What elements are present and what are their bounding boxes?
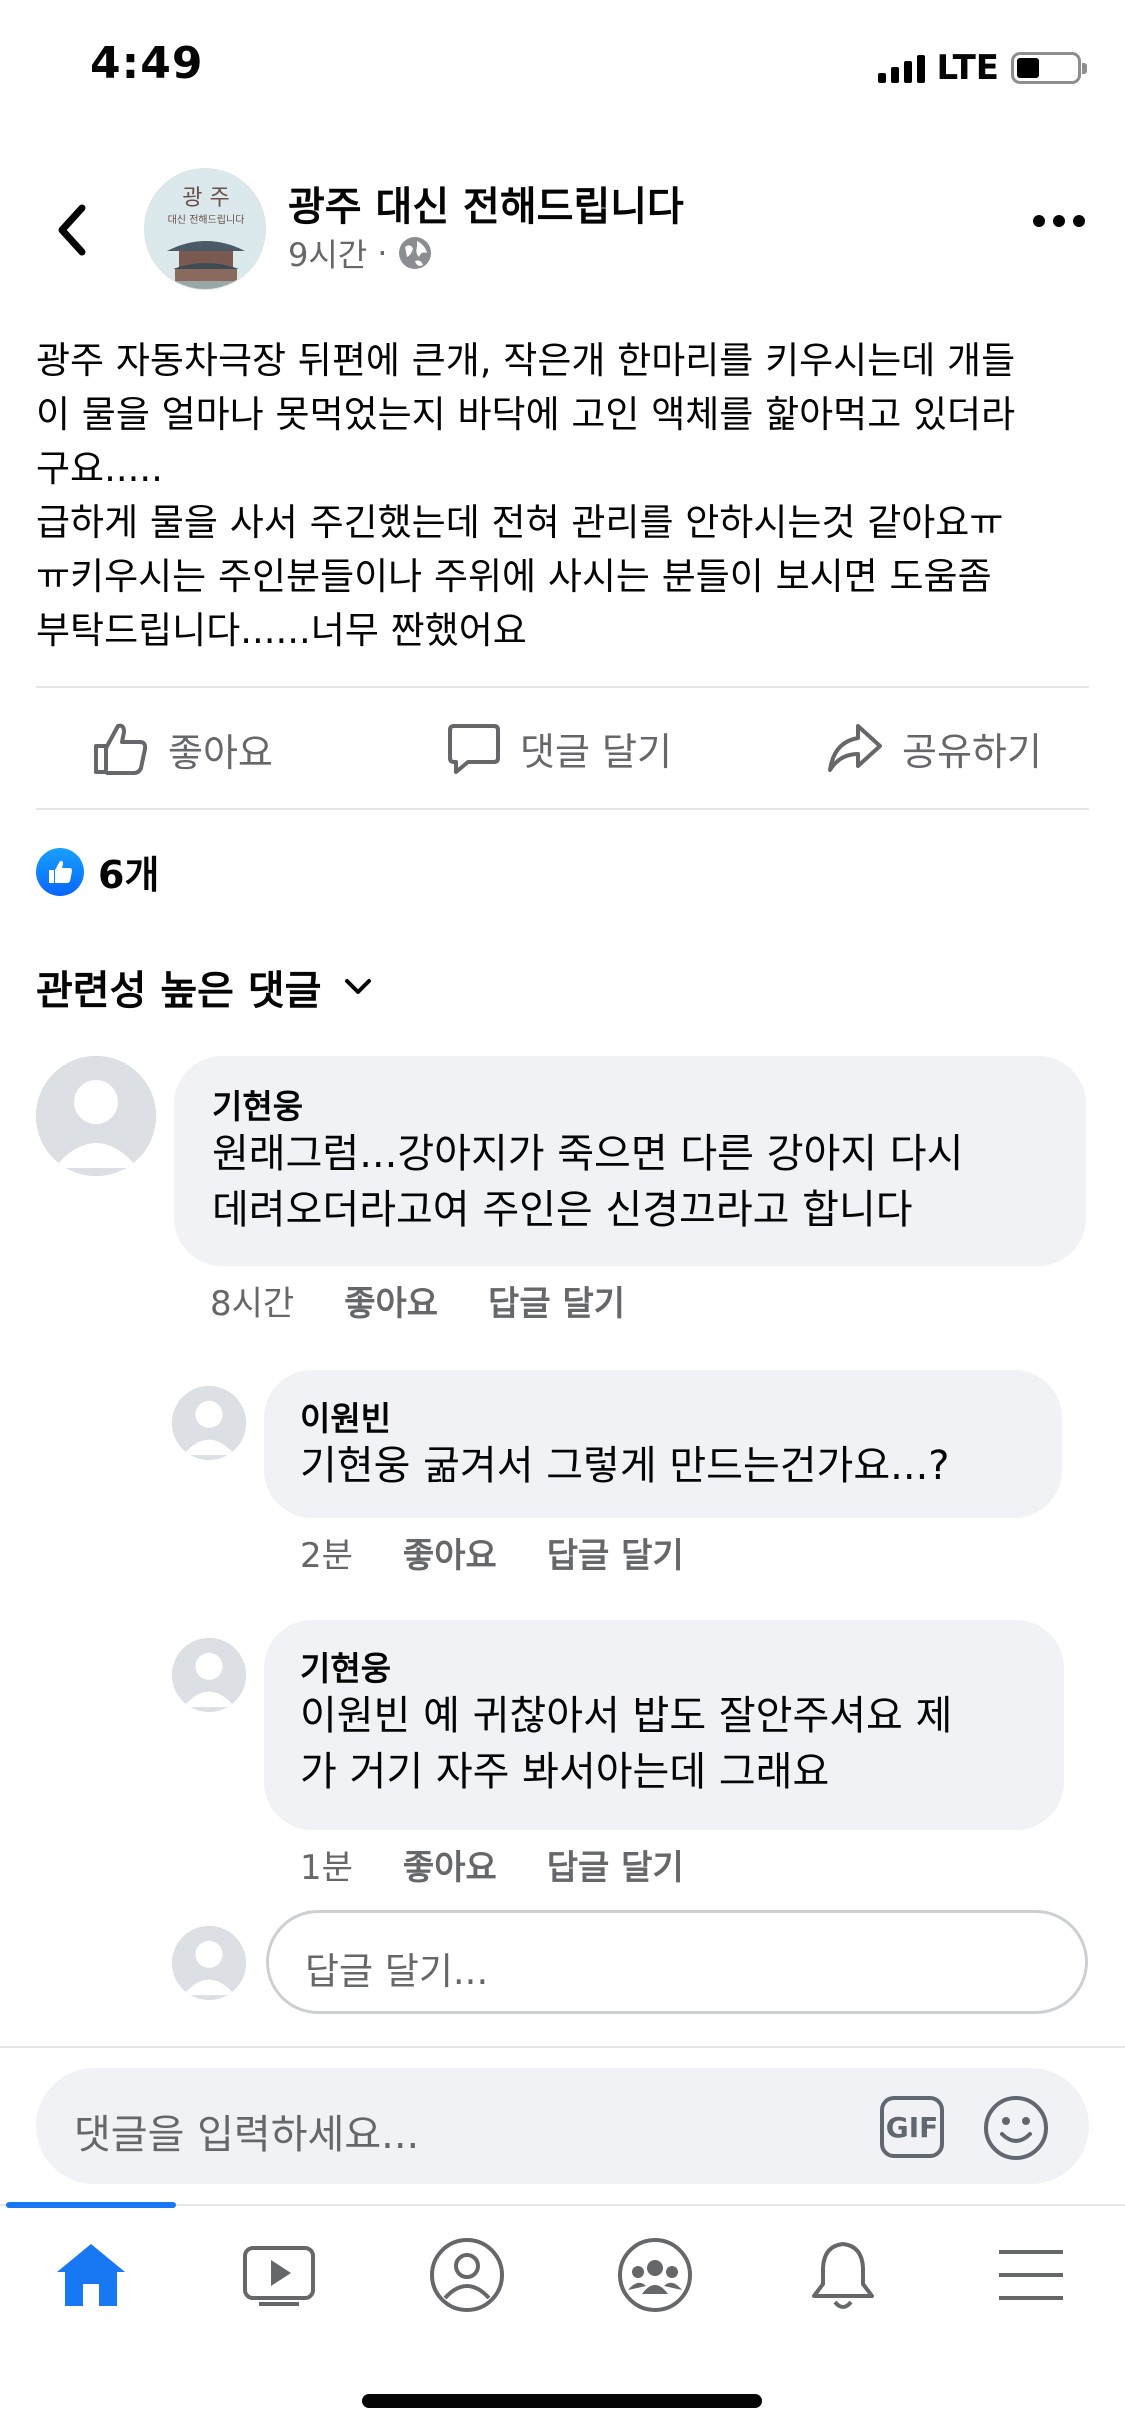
tab-notifications[interactable] bbox=[798, 2230, 888, 2320]
comment-sort-label: 관련성 높은 댓글 bbox=[36, 968, 322, 1014]
comment-time[interactable]: 8시간 bbox=[210, 1276, 294, 1325]
profile-icon bbox=[430, 2238, 504, 2312]
comment-bubble-icon bbox=[448, 724, 500, 774]
like-reaction-icon bbox=[36, 847, 84, 896]
page-avatar[interactable]: 광 주 대신 전해드립니다 bbox=[144, 168, 266, 290]
more-dot-icon bbox=[1033, 215, 1045, 227]
battery-icon bbox=[1011, 52, 1087, 84]
comment-input[interactable]: 댓글을 입력하세요... GIF bbox=[36, 2068, 1089, 2184]
page-name[interactable]: 광주 대신 전해드립니다 bbox=[288, 174, 684, 232]
back-button[interactable] bbox=[42, 190, 102, 270]
home-icon bbox=[57, 2244, 125, 2306]
avatar[interactable] bbox=[172, 1638, 246, 1712]
comment-bubble: 기현웅 원래그럼...강아지가 죽으면 다른 강아지 다시 데려오더라고여 주인… bbox=[174, 1056, 1086, 1266]
reply-reply-button[interactable]: 답글 달기 bbox=[547, 1840, 684, 1889]
default-profile-icon bbox=[172, 1386, 246, 1460]
more-options-button[interactable] bbox=[1033, 215, 1085, 227]
reaction-summary[interactable]: 6개 bbox=[36, 844, 159, 899]
tab-profile[interactable] bbox=[422, 2230, 512, 2320]
share-button[interactable]: 공유하기 bbox=[826, 720, 1042, 776]
post-meta: 9시간 · bbox=[288, 230, 433, 276]
avatar-text-2: 대신 전해드립니다 bbox=[168, 213, 245, 226]
reply-text: 이원빈 예 귀찮아서 밥도 잘안주셔요 제 가 거기 자주 봐서아는데 그래요 bbox=[300, 1693, 953, 1795]
like-label: 좋아요 bbox=[168, 730, 273, 775]
network-label: LTE bbox=[936, 48, 999, 88]
post-time[interactable]: 9시간 bbox=[288, 230, 367, 276]
home-indicator[interactable] bbox=[362, 2394, 762, 2408]
post-body: 광주 자동차극장 뒤편에 큰개, 작은개 한마리를 키우시는데 개들 이 물을 … bbox=[36, 339, 1016, 652]
emoji-icon[interactable] bbox=[982, 2094, 1050, 2162]
comment-like-button[interactable]: 좋아요 bbox=[344, 1276, 438, 1325]
avatar[interactable] bbox=[36, 1056, 156, 1176]
reply-like-button[interactable]: 좋아요 bbox=[403, 1528, 497, 1577]
gif-button[interactable]: GIF bbox=[880, 2096, 944, 2158]
notifications-icon bbox=[812, 2242, 874, 2309]
comment-composer-bar: 댓글을 입력하세요... GIF bbox=[0, 2046, 1125, 2204]
meta-separator: · bbox=[377, 234, 388, 272]
menu-icon bbox=[999, 2250, 1063, 2300]
status-time: 4:49 bbox=[90, 38, 204, 89]
tab-groups[interactable] bbox=[610, 2230, 700, 2320]
default-profile-icon bbox=[36, 1056, 156, 1176]
comment-input-placeholder: 댓글을 입력하세요... bbox=[74, 2112, 420, 2158]
avatar-text-1: 광 주 bbox=[182, 186, 229, 211]
thumbs-up-icon bbox=[94, 723, 148, 775]
default-profile-icon bbox=[172, 1638, 246, 1712]
reply-bubble: 기현웅 이원빈 예 귀찮아서 밥도 잘안주셔요 제 가 거기 자주 봐서아는데 … bbox=[264, 1620, 1064, 1830]
groups-icon bbox=[618, 2238, 692, 2312]
reply-reply-button[interactable]: 답글 달기 bbox=[547, 1528, 684, 1577]
comment-text: 원래그럼...강아지가 죽으면 다른 강아지 다시 데려오더라고여 주인은 신경… bbox=[212, 1131, 964, 1233]
share-label: 공유하기 bbox=[902, 729, 1042, 774]
comment-sort-selector[interactable]: 관련성 높은 댓글 bbox=[36, 958, 373, 1016]
divider bbox=[36, 686, 1089, 688]
watch-icon bbox=[243, 2246, 315, 2306]
globe-icon bbox=[399, 237, 432, 269]
more-dot-icon bbox=[1073, 215, 1085, 227]
avatar bbox=[172, 1926, 246, 2000]
like-button[interactable]: 좋아요 bbox=[92, 720, 273, 778]
reply-author[interactable]: 기현웅 bbox=[300, 1642, 391, 1690]
reply-meta: 2분 좋아요 답글 달기 bbox=[300, 1528, 684, 1577]
comment-label: 댓글 달기 bbox=[520, 729, 672, 774]
palace-logo-icon: 광 주 대신 전해드립니다 bbox=[145, 169, 265, 289]
post-actions: 좋아요 댓글 달기 공유하기 bbox=[0, 690, 1125, 810]
reply-text: 기현웅 굶겨서 그렇게 만드는건가요...? bbox=[300, 1443, 950, 1489]
tab-home[interactable] bbox=[46, 2230, 136, 2320]
comment-author[interactable]: 기현웅 bbox=[212, 1080, 303, 1128]
comment-meta: 8시간 좋아요 답글 달기 bbox=[210, 1276, 625, 1325]
more-dot-icon bbox=[1053, 215, 1065, 227]
reply-bubble: 이원빈 기현웅 굶겨서 그렇게 만드는건가요...? bbox=[264, 1370, 1062, 1518]
comment-reply-button[interactable]: 답글 달기 bbox=[488, 1276, 625, 1325]
reply-like-button[interactable]: 좋아요 bbox=[403, 1840, 497, 1889]
reply-author[interactable]: 이원빈 bbox=[300, 1392, 391, 1440]
reply-time[interactable]: 1분 bbox=[300, 1840, 353, 1889]
tab-watch[interactable] bbox=[234, 2230, 324, 2320]
reaction-count: 6개 bbox=[98, 853, 160, 897]
default-profile-icon bbox=[172, 1926, 246, 2000]
reply-meta: 1분 좋아요 답글 달기 bbox=[300, 1840, 684, 1889]
status-bar: 4:49 LTE bbox=[0, 0, 1125, 140]
post-header: 광 주 대신 전해드립니다 광주 대신 전해드립니다 9시간 · bbox=[0, 160, 1125, 300]
active-tab-indicator bbox=[6, 2202, 176, 2208]
share-arrow-icon bbox=[828, 724, 882, 772]
reply-time[interactable]: 2분 bbox=[300, 1528, 353, 1577]
comment-button[interactable]: 댓글 달기 bbox=[446, 720, 672, 776]
chevron-down-icon bbox=[345, 979, 372, 994]
reply-input[interactable]: 답글 달기... bbox=[266, 1910, 1088, 2014]
tab-menu[interactable] bbox=[986, 2230, 1076, 2320]
signal-icon bbox=[877, 53, 925, 83]
divider bbox=[36, 808, 1089, 810]
status-indicators: LTE bbox=[877, 48, 1087, 88]
bottom-tab-bar bbox=[0, 2202, 1125, 2344]
back-chevron-icon bbox=[58, 204, 86, 256]
avatar[interactable] bbox=[172, 1386, 246, 1460]
